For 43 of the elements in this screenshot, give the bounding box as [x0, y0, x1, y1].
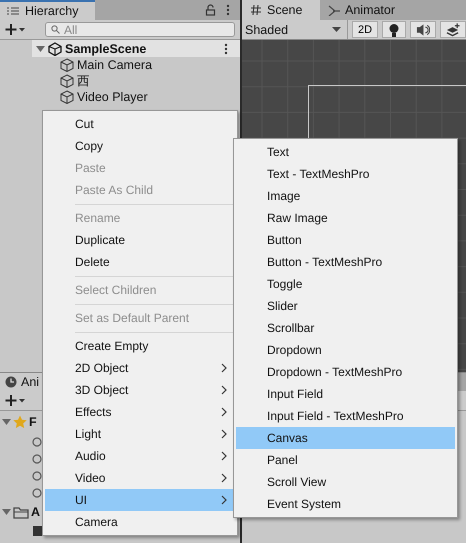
scene-name: SampleScene	[65, 42, 146, 56]
menu-item[interactable]: Audio	[45, 445, 235, 467]
menu-item[interactable]: Canvas	[236, 427, 455, 449]
menu-item[interactable]: Image	[236, 185, 455, 207]
menu-item[interactable]: UI	[45, 489, 235, 511]
menu-item[interactable]: Button	[236, 229, 455, 251]
menu-item[interactable]: Text	[236, 141, 455, 163]
menu-item[interactable]: Create Empty	[45, 335, 235, 357]
tree-item[interactable]: F	[0, 411, 37, 433]
menu-item[interactable]: Light	[45, 423, 235, 445]
menu-item[interactable]: Copy	[45, 135, 235, 157]
hierarchy-tab[interactable]: Hierarchy	[0, 0, 95, 20]
menu-item[interactable]: Scrollbar	[236, 317, 455, 339]
menu-item[interactable]: Dropdown	[236, 339, 455, 361]
menu-item[interactable]: Input Field	[236, 383, 455, 405]
menu-item[interactable]: 3D Object	[45, 379, 235, 401]
tree-item[interactable]: A	[0, 501, 40, 523]
menu-item[interactable]: Video	[45, 467, 235, 489]
menu-item[interactable]: Slider	[236, 295, 455, 317]
menu-item[interactable]: Delete	[45, 251, 235, 273]
menu-item[interactable]: Camera	[45, 511, 235, 533]
hierarchy-item[interactable]: Video Player	[32, 89, 240, 105]
menu-item[interactable]: Event System	[236, 493, 455, 515]
menu-item[interactable]: Effects	[45, 401, 235, 423]
menu-item[interactable]: Scroll View	[236, 471, 455, 493]
search-field[interactable]: All	[45, 22, 235, 37]
scene-tab[interactable]: Scene	[242, 0, 320, 20]
shading-dropdown[interactable]: Shaded	[242, 20, 348, 39]
hierarchy-item[interactable]: 西	[32, 73, 240, 89]
scene-row[interactable]: SampleScene	[32, 40, 240, 57]
menu-item[interactable]: Duplicate	[45, 229, 235, 251]
menu-item[interactable]: Raw Image	[236, 207, 455, 229]
2d-toggle[interactable]: 2D	[352, 21, 378, 38]
menu-item[interactable]: Dropdown - TextMeshPro	[236, 361, 455, 383]
menu-item[interactable]: Input Field - TextMeshPro	[236, 405, 455, 427]
scene-tab[interactable]: Animator	[320, 0, 408, 20]
menu-item[interactable]: 2D Object	[45, 357, 235, 379]
menu-item[interactable]: Text - TextMeshPro	[236, 163, 455, 185]
menu-item[interactable]: Toggle	[236, 273, 455, 295]
hierarchy-item[interactable]: Main Camera	[32, 57, 240, 73]
menu-item[interactable]: Cut	[45, 113, 235, 135]
menu-item[interactable]: Panel	[236, 449, 455, 471]
menu-item[interactable]: Button - TextMeshPro	[236, 251, 455, 273]
